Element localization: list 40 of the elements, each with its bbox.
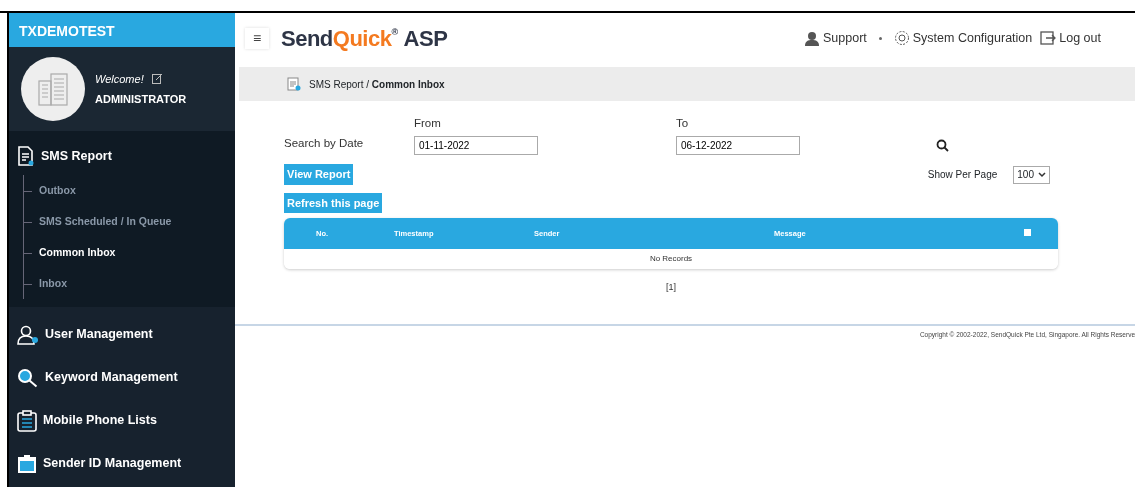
report-icon: [17, 146, 35, 166]
support-agent-icon: [804, 30, 820, 46]
id-card-icon: [17, 453, 37, 474]
logout-icon: [1040, 30, 1057, 46]
to-date-field[interactable]: 06-12-2022: [676, 136, 800, 156]
from-date-field[interactable]: 01-11-2022: [414, 136, 538, 156]
per-page-select[interactable]: 100: [1013, 165, 1050, 184]
clipboard-icon: [17, 409, 37, 432]
welcome-text: Welcome!: [95, 71, 144, 87]
sidebar-item[interactable]: User Management: [9, 313, 235, 356]
submenu-item[interactable]: Inbox: [24, 268, 235, 299]
menu-button[interactable]: ≡: [245, 27, 269, 49]
per-page-label: Show Per Page: [927, 168, 998, 182]
select-all-checkbox[interactable]: [1024, 228, 1031, 236]
sidebar-item[interactable]: SMS Report: [9, 137, 235, 175]
submenu-item[interactable]: Outbox: [24, 175, 235, 206]
to-label: To: [676, 116, 690, 131]
search-icon: [17, 367, 39, 388]
settings-icon: [893, 30, 910, 46]
breadcrumb: SMS Report / Common Inbox: [309, 77, 445, 92]
report-icon: [287, 77, 301, 91]
edit-icon[interactable]: [151, 73, 163, 85]
user-name: ADMINISTRATOR: [95, 92, 187, 107]
nav-link[interactable]: System Configuration: [893, 28, 1033, 48]
search-label: Search by Date: [284, 136, 365, 151]
app-title: TXDEMOTEST: [9, 13, 235, 47]
submenu-item[interactable]: Common Inbox: [24, 237, 235, 268]
submenu-item[interactable]: SMS Scheduled / In Queue: [24, 206, 235, 237]
nav-link[interactable]: Support: [804, 28, 867, 48]
nav-link[interactable]: Log out: [1040, 28, 1101, 48]
from-label: From: [414, 116, 442, 131]
search-icon[interactable]: [936, 139, 949, 153]
sidebar-item[interactable]: Mobile Phone Lists: [9, 399, 235, 442]
sidebar-item[interactable]: Sender ID Management: [9, 442, 235, 485]
sidebar-item[interactable]: Keyword Management: [9, 356, 235, 399]
chevron-icon: [1038, 171, 1046, 178]
empty-message: No Records: [649, 253, 693, 263]
user-icon: [17, 324, 39, 345]
page-link[interactable]: [1]: [666, 281, 676, 292]
logo: SendQuick$^{®}$ ASP: [281, 24, 448, 53]
